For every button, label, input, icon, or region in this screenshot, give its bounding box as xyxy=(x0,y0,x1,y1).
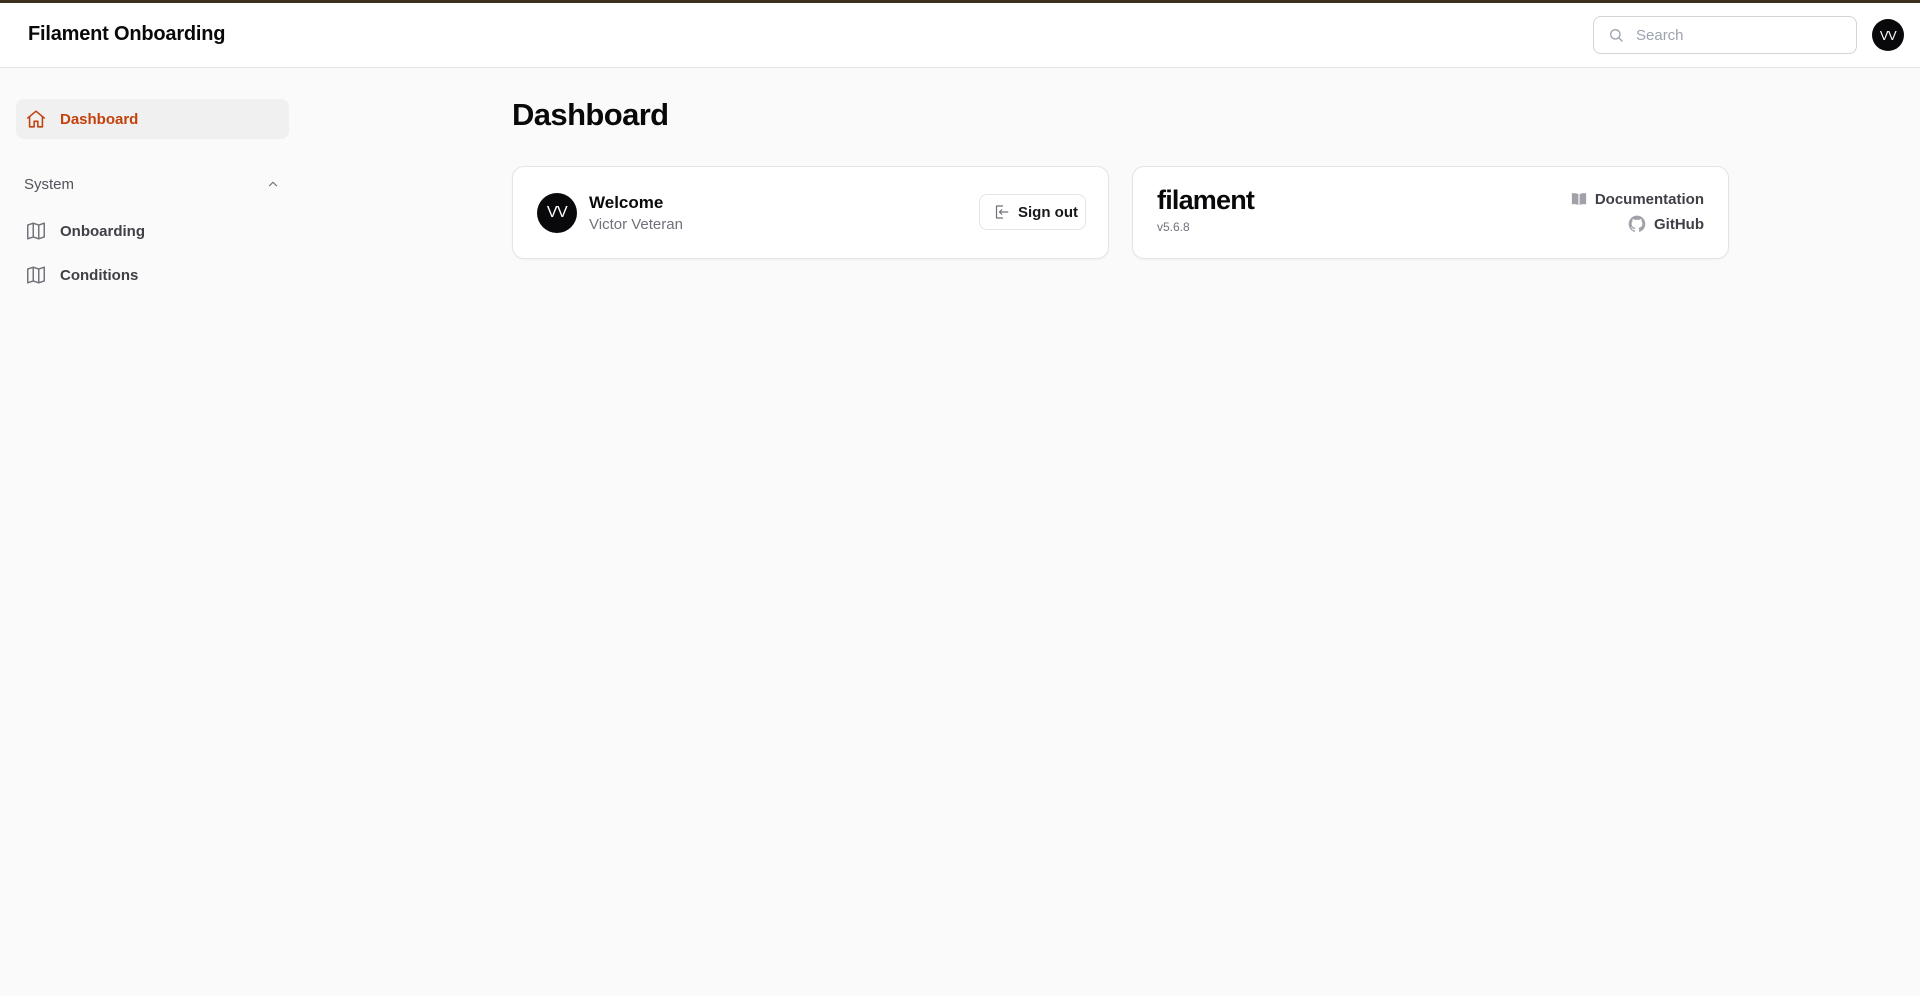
global-search[interactable] xyxy=(1593,16,1857,54)
filament-logo: filament xyxy=(1157,185,1255,215)
sign-out-label: Sign out xyxy=(1018,203,1078,221)
sign-out-icon xyxy=(995,205,1009,219)
github-link[interactable]: GitHub xyxy=(1627,214,1704,234)
app-brand[interactable]: Filament Onboarding xyxy=(28,23,226,46)
welcome-card: VV Welcome Victor Veteran Sign out xyxy=(512,166,1109,259)
avatar: VV xyxy=(537,193,577,233)
sidebar-item-dashboard[interactable]: Dashboard xyxy=(16,99,289,139)
sidebar: Dashboard System Onboarding Conditions xyxy=(0,69,300,996)
sidebar-item-label: Dashboard xyxy=(60,110,139,128)
chevron-up-icon xyxy=(268,181,278,187)
filament-info-card: filament v5.6.8 Documentation GitHub xyxy=(1132,166,1729,259)
map-icon xyxy=(27,222,45,240)
map-icon xyxy=(27,266,45,284)
github-icon xyxy=(1628,215,1646,232)
user-menu-avatar[interactable]: VV xyxy=(1872,19,1904,51)
sidebar-group-label: System xyxy=(24,175,75,193)
documentation-label: Documentation xyxy=(1594,190,1704,208)
welcome-title: Welcome xyxy=(589,193,664,212)
sign-out-button[interactable]: Sign out xyxy=(979,194,1086,230)
sidebar-item-conditions[interactable]: Conditions xyxy=(16,255,289,295)
documentation-link[interactable]: Documentation xyxy=(1570,190,1704,208)
page-title: Dashboard xyxy=(512,97,669,132)
sidebar-item-label: Conditions xyxy=(60,266,139,284)
github-label: GitHub xyxy=(1654,215,1704,233)
sidebar-item-onboarding[interactable]: Onboarding xyxy=(16,211,289,251)
sidebar-item-label: Onboarding xyxy=(60,222,145,240)
topbar: Filament Onboarding VV xyxy=(0,3,1920,68)
book-icon xyxy=(1571,193,1586,205)
search-input[interactable] xyxy=(1634,25,1834,45)
user-name: Victor Veteran xyxy=(589,216,683,233)
version-label: v5.6.8 xyxy=(1157,220,1190,234)
home-icon xyxy=(26,110,46,128)
sidebar-group-system-toggle[interactable]: System xyxy=(24,171,280,197)
search-icon xyxy=(1610,29,1623,42)
